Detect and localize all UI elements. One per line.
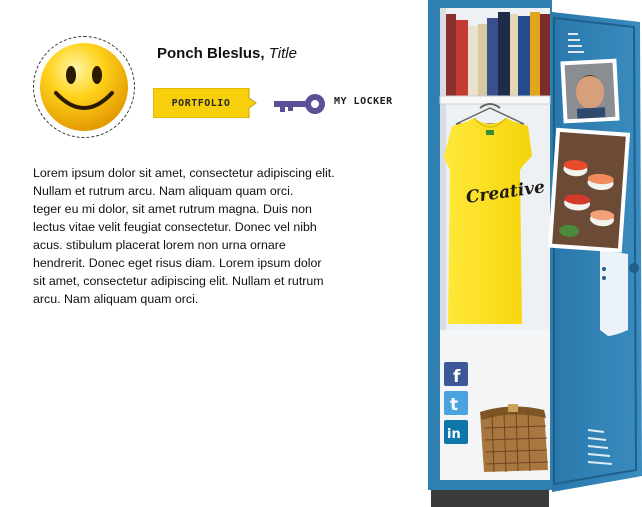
linkedin-icon[interactable]: in [444, 420, 468, 444]
portfolio-button[interactable]: PORTFOLIO [153, 88, 257, 118]
my-locker-link[interactable]: MY LOCKER [334, 96, 393, 107]
linkedin-glyph: in [447, 427, 461, 442]
profile-heading: Ponch Bleslus, Title [157, 45, 297, 62]
key-icon [274, 94, 325, 114]
facebook-glyph: f [453, 367, 461, 386]
twitter-glyph: t [450, 395, 458, 415]
smiley-face-icon [40, 43, 128, 131]
twitter-icon[interactable]: t [444, 391, 468, 415]
profile-title: Title [268, 45, 297, 62]
bio-text: Lorem ipsum dolor sit amet, consectetur … [33, 166, 335, 306]
profile-name: Ponch Bleslus, [157, 45, 265, 62]
avatar [33, 36, 135, 138]
facebook-icon[interactable]: f [444, 362, 468, 387]
portfolio-label: PORTFOLIO [171, 97, 231, 109]
